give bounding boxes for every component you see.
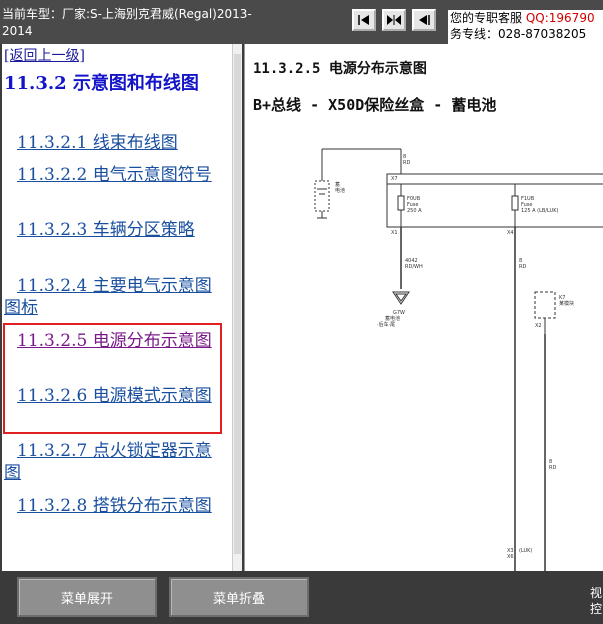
toc-item-icons[interactable]: 11.3.2.4 主要电气示意图图标 — [4, 275, 216, 319]
toc-item-ground-distribution[interactable]: 11.3.2.8 搭铁分布示意图 — [4, 495, 216, 517]
svg-text:RD: RD — [519, 264, 526, 270]
toc-item-power-mode[interactable]: 11.3.2.6 电源模式示意图 — [4, 385, 216, 407]
vehicle-model-text: 当前车型：厂家:S-上海别克君威(Regal)2013- 2014 — [2, 6, 272, 40]
menu-scrollbar-thumb[interactable] — [234, 54, 241, 554]
fuse-icon — [397, 195, 405, 211]
fit-page-button[interactable] — [382, 9, 406, 31]
wiring-diagram[interactable]: 8 RD X7 F0UB Fuse 250 A F1UB Fuse 125 A … — [245, 134, 603, 571]
svg-text:蓄电池: 蓄电池 — [385, 315, 400, 322]
svg-text:X6: X6 — [507, 554, 514, 560]
last-page-button[interactable] — [412, 9, 436, 31]
diagram-pane: 11.3.2.5 电源分布示意图 B+总线 - X50D保险丝盒 - 蓄电池 8… — [244, 44, 603, 571]
back-link[interactable]: [返回上一级] — [4, 45, 85, 65]
svg-text:RD: RD — [403, 160, 410, 166]
svg-text:125 A (LB/LUK): 125 A (LB/LUK) — [521, 208, 558, 214]
svg-text:RD: RD — [549, 465, 556, 471]
svg-text:某模块: 某模块 — [559, 300, 574, 307]
svg-text:电池: 电池 — [335, 187, 345, 194]
customer-service-box: 您的专职客服 QQ:196790 务专线：028-87038205 — [448, 10, 603, 44]
svg-text:X2: X2 — [535, 323, 542, 329]
svg-text:X7: X7 — [391, 176, 398, 182]
menu-scrollbar[interactable] — [232, 44, 242, 571]
menu-expand-button[interactable]: 菜单展开 — [17, 577, 157, 617]
diagram-nav-buttons — [352, 9, 436, 31]
toc-item-power-distribution[interactable]: 11.3.2.5 电源分布示意图 — [4, 330, 216, 352]
last-page-icon — [419, 15, 430, 25]
toc-item-zoning[interactable]: 11.3.2.3 车辆分区策略 — [4, 219, 216, 241]
battery-symbol — [314, 180, 330, 212]
section-title: 11.3.2 示意图和布线图 — [4, 73, 199, 94]
vehicle-model-line-2: 2014 — [2, 24, 33, 38]
toc-item-ignition-lock[interactable]: 11.3.2.7 点火锁定器示意图 — [4, 440, 216, 484]
bottom-bar: 菜单展开 菜单折叠 视控 — [0, 571, 603, 624]
svg-text:(LUK): (LUK) — [519, 548, 532, 554]
svg-text:蓄: 蓄 — [335, 181, 340, 188]
svg-text:RD/WH: RD/WH — [405, 264, 423, 270]
service-qq[interactable]: QQ:196790 — [526, 11, 595, 25]
top-bar: 当前车型：厂家:S-上海别克君威(Regal)2013- 2014 您的专职客服… — [0, 0, 603, 44]
fit-page-icon — [387, 15, 401, 25]
svg-text:·后车·尾: ·后车·尾 — [377, 321, 395, 328]
menu-collapse-button[interactable]: 菜单折叠 — [169, 577, 309, 617]
vehicle-model-line-1: 当前车型：厂家:S-上海别克君威(Regal)2013- — [2, 7, 252, 21]
diagram-title: 11.3.2.5 电源分布示意图 — [253, 61, 427, 77]
toc-item-symbols[interactable]: 11.3.2.2 电气示意图符号 — [4, 164, 216, 186]
fuse-icon — [511, 195, 519, 211]
svg-text:250 A: 250 A — [407, 208, 422, 214]
svg-text:X1: X1 — [391, 230, 398, 236]
module-symbol — [534, 291, 556, 319]
service-phone: 务专线：028-87038205 — [450, 27, 587, 41]
toc-item-harness-routing[interactable]: 11.3.2.1 线束布线图 — [4, 132, 216, 154]
service-label: 您的专职客服 — [450, 11, 523, 25]
first-page-icon — [358, 15, 369, 25]
diagram-subtitle: B+总线 - X50D保险丝盒 - 蓄电池 — [253, 96, 497, 114]
corner-text: 视控 — [590, 586, 603, 616]
svg-text:X4: X4 — [507, 230, 514, 236]
menu-pane: [返回上一级] 11.3.2 示意图和布线图 11.3.2.1 线束布线图 11… — [2, 44, 232, 571]
first-page-button[interactable] — [352, 9, 376, 31]
